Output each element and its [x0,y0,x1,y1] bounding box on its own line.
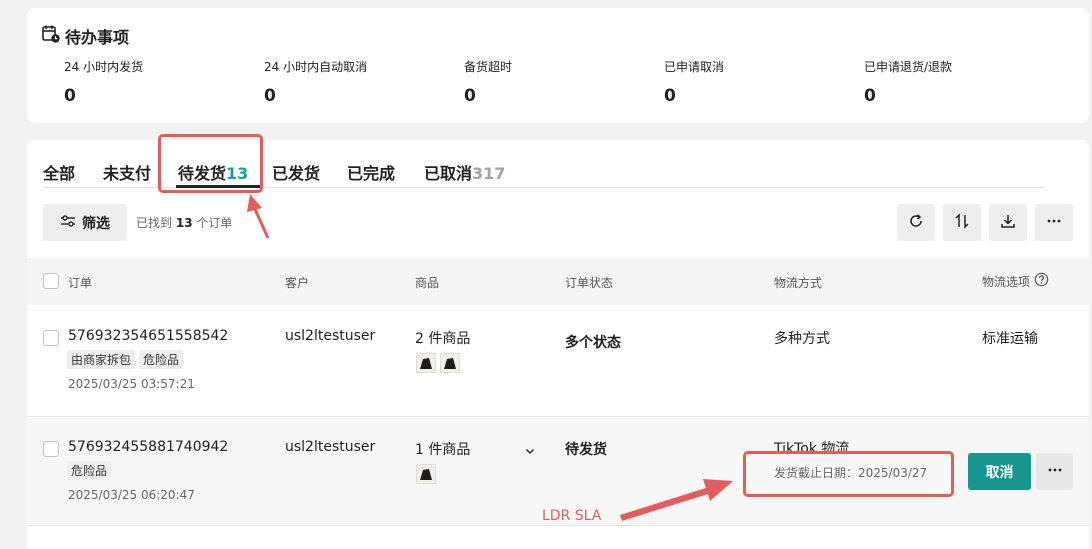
stat-label: 24 小时内自动取消 [264,60,368,74]
row-more-button[interactable] [1036,453,1073,490]
select-all-checkbox[interactable] [43,273,59,289]
download-button[interactable] [989,204,1027,241]
sort-button[interactable] [943,204,981,241]
more-icon [1047,462,1063,482]
sort-icon [954,212,970,233]
more-icon [1046,213,1062,233]
col-status: 订单状态 [565,276,614,290]
annotation-box-tab [158,134,263,193]
col-items: 商品 [415,276,440,290]
calendar-clock-icon [41,24,61,48]
stat-label: 备货超时 [464,60,513,74]
col-order: 订单 [68,276,93,290]
customer-name: usl2ltestuser [285,328,376,344]
tab-completed[interactable]: 已完成 [347,160,395,184]
shipping-option: 标准运输 [982,331,1038,347]
stat-ship-24h[interactable]: 24 小时内发货 0 [64,58,143,106]
tab-count: 317 [472,164,506,183]
item-count: 2 件商品 [415,331,471,347]
cancel-order-button[interactable]: 取消 [968,453,1031,490]
chevron-down-icon[interactable] [524,442,536,461]
todo-card: 待办事项 24 小时内发货 0 24 小时内自动取消 0 备货超时 0 已申请取… [27,8,1089,123]
table-header: 订单 客户 商品 订单状态 物流方式 物流选项 [27,258,1089,305]
filter-icon [60,213,76,233]
stat-cancel-requested[interactable]: 已申请取消 0 [664,58,724,106]
found-count-text: 已找到 13 个订单 [136,216,233,230]
tag-merchant-unpack: 由商家拆包 [67,350,136,369]
order-time: 2025/03/25 03:57:21 [68,377,195,391]
filter-button[interactable]: 筛选 [43,204,127,241]
filter-label: 筛选 [82,215,110,232]
download-icon [1000,213,1016,233]
todo-title-text: 待办事项 [65,28,130,47]
shipping-method: 多种方式 [774,331,830,347]
item-count: 1 件商品 [415,442,471,458]
order-id[interactable]: 576932455881740942 [68,439,228,455]
order-time: 2025/03/25 06:20:47 [68,488,195,502]
tab-shipped[interactable]: 已发货 [272,160,320,184]
stat-value: 0 [864,86,876,106]
product-thumbnail[interactable] [416,464,436,484]
stat-label: 已申请退货/退款 [864,60,953,74]
help-icon[interactable] [1034,272,1049,290]
col-customer: 客户 [285,276,310,290]
product-thumbnail[interactable] [440,353,460,373]
stat-label: 24 小时内发货 [64,60,144,74]
order-id[interactable]: 576932354651558542 [68,328,228,344]
order-status: 多个状态 [565,335,621,351]
table-row[interactable]: 576932354651558542 由商家拆包 危险品 2025/03/25 … [27,305,1089,415]
todo-title: 待办事项 [41,24,129,48]
row-checkbox[interactable] [43,330,59,346]
col-shipping: 物流方式 [774,276,823,290]
annotation-label: LDR SLA [542,508,602,524]
stat-auto-cancel-24h[interactable]: 24 小时内自动取消 0 [264,58,367,106]
stat-value: 0 [264,86,276,106]
annotation-box-deadline [743,451,954,497]
col-shipping-option: 物流选项 [982,272,1049,290]
stat-refund-requested[interactable]: 已申请退货/退款 0 [864,58,952,106]
tag-hazmat: 危险品 [67,461,112,480]
stat-label: 已申请取消 [664,60,725,74]
tag-hazmat: 危险品 [139,350,184,369]
stat-value: 0 [664,86,676,106]
product-thumbnail[interactable] [416,353,436,373]
stat-value: 0 [64,86,76,106]
refresh-button[interactable] [897,204,935,241]
stat-stock-overdue[interactable]: 备货超时 0 [464,58,512,106]
tab-cancelled[interactable]: 已取消317 [424,160,505,184]
tab-all[interactable]: 全部 [43,160,75,184]
row-checkbox[interactable] [43,441,59,457]
order-status: 待发货 [565,442,607,458]
refresh-icon [908,213,924,233]
customer-name: usl2ltestuser [285,439,376,455]
stat-value: 0 [464,86,476,106]
more-options-button[interactable] [1035,204,1073,241]
tab-unpaid[interactable]: 未支付 [103,160,151,184]
